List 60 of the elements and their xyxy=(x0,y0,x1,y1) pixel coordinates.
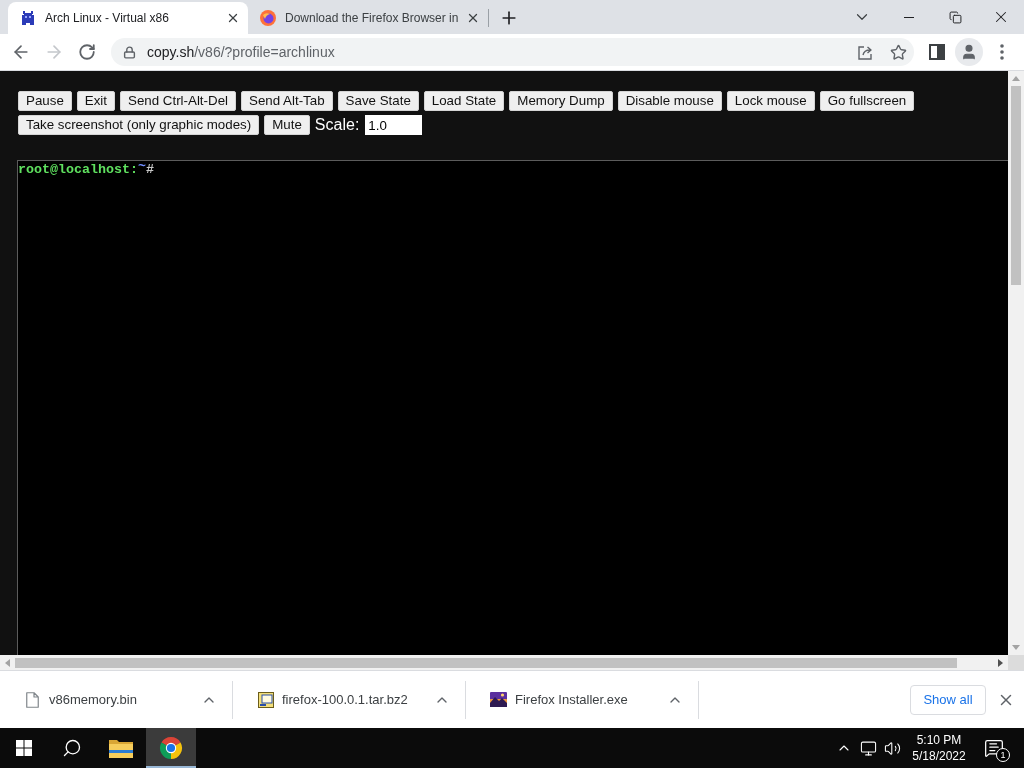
notifications-button[interactable]: 1 xyxy=(971,728,1017,768)
monitor-icon xyxy=(859,739,877,757)
download-filename[interactable]: v86memory.bin xyxy=(49,689,137,710)
emulator-button[interactable]: Take screenshot (only graphic modes) xyxy=(18,115,260,135)
browser-tab[interactable]: Download the Firefox Browser in xyxy=(248,2,488,34)
scroll-up-arrow-icon[interactable] xyxy=(1012,76,1020,81)
notification-count: 1 xyxy=(996,748,1010,762)
emulator-button[interactable]: Disable mouse xyxy=(617,91,722,111)
browser-taskbar-button[interactable] xyxy=(146,728,196,768)
horizontal-scrollbar[interactable] xyxy=(0,655,1008,670)
scale-label: Scale: xyxy=(314,117,360,133)
emulator-button[interactable]: Load State xyxy=(423,91,505,111)
download-filename[interactable]: Firefox Installer.exe xyxy=(515,689,628,710)
scale-input[interactable]: 1.0 xyxy=(365,115,423,135)
speaker-icon xyxy=(883,739,901,757)
scroll-right-arrow-icon[interactable] xyxy=(998,658,1003,667)
scrollbar-thumb[interactable] xyxy=(15,657,957,668)
emulator-button[interactable]: Pause xyxy=(18,91,72,111)
download-filename[interactable]: firefox-100.0.1.tar.bz2 xyxy=(282,689,408,710)
terminal-prompt: root@localhost:~# xyxy=(18,162,154,178)
clock-time: 5:10 PM xyxy=(916,732,962,748)
vertical-scrollbar[interactable] xyxy=(1008,71,1024,655)
browser-logo-icon xyxy=(159,736,183,760)
address-bar[interactable]: copy.sh/v86/?profile=archlinux xyxy=(111,38,914,66)
clock-date: 5/18/2022 xyxy=(912,748,966,764)
minimize-icon xyxy=(904,16,914,18)
show-all-button[interactable]: Show all xyxy=(910,684,986,715)
person-icon xyxy=(960,43,978,61)
folder-icon xyxy=(109,738,133,758)
menu-icon xyxy=(1000,44,1004,60)
emulator-button[interactable]: Exit xyxy=(76,91,115,111)
emulator-button[interactable]: Mute xyxy=(264,115,310,135)
emulator-button[interactable]: Send Ctrl-Alt-Del xyxy=(120,91,236,111)
scrollbar-thumb[interactable] xyxy=(1011,86,1021,285)
close-icon xyxy=(466,11,480,25)
globe-logo-icon xyxy=(260,10,276,26)
close-icon xyxy=(226,11,240,25)
star-icon xyxy=(889,43,907,61)
message-icon xyxy=(984,738,1004,758)
file-icon xyxy=(26,691,39,708)
emulator-button[interactable]: Save State xyxy=(337,91,419,111)
share-icon xyxy=(858,44,874,60)
profile-button[interactable] xyxy=(955,38,983,66)
restore-icon xyxy=(948,10,962,24)
start-logo-icon xyxy=(16,740,32,756)
emulator-button[interactable]: Send Alt-Tab xyxy=(241,91,333,111)
scroll-left-arrow-icon[interactable] xyxy=(5,658,10,667)
pixel-creature-icon xyxy=(20,10,36,26)
lock-icon xyxy=(123,45,136,59)
browser-tab[interactable]: Arch Linux - Virtual x86 xyxy=(8,2,248,34)
url-text: copy.sh/v86/?profile=archlinux xyxy=(147,42,335,62)
search-icon xyxy=(62,738,82,758)
emulator-button[interactable]: Go fullscreen xyxy=(819,91,915,111)
archive-icon xyxy=(257,691,274,708)
installer-icon xyxy=(490,692,507,707)
emulator-button[interactable]: Lock mouse xyxy=(726,91,815,111)
scroll-down-arrow-icon[interactable] xyxy=(1012,645,1020,650)
side-panel-icon xyxy=(929,44,945,60)
emulator-button[interactable]: Memory Dump xyxy=(509,91,613,111)
clock-button[interactable]: 5:10 PM 5/18/2022 xyxy=(907,728,971,768)
